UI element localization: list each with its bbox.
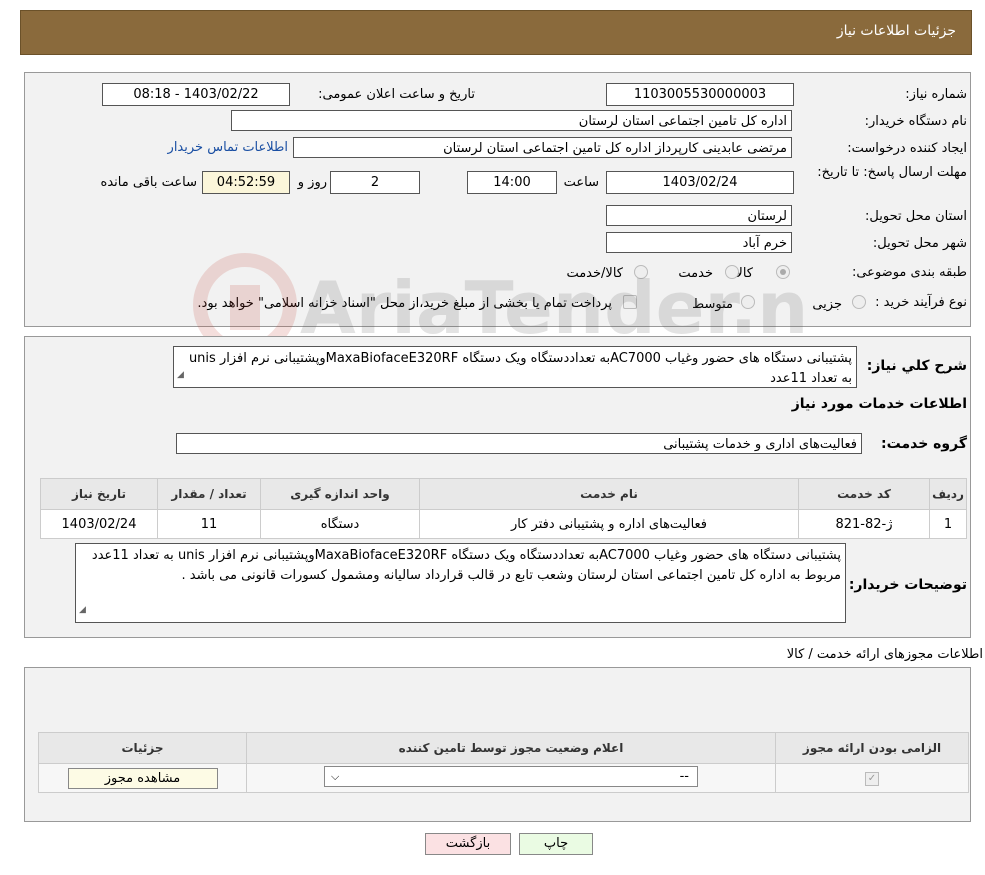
back-button[interactable]: بازگشت (425, 833, 511, 855)
cell-permit-required: ✓ (775, 763, 969, 793)
resize-grip-icon[interactable]: ◢ (79, 600, 86, 620)
buyer-contact-link[interactable]: اطلاعات تماس خریدار (168, 140, 288, 155)
col-need-date: تاریخ نیاز (40, 478, 158, 510)
permits-title: اطلاعات مجوزهای ارائه خدمت / کالا (786, 647, 983, 662)
cell-need-date: 1403/02/24 (40, 509, 158, 539)
buyer-org-field: اداره کل تامین اجتماعی استان لرستان (231, 110, 792, 131)
announce-datetime-field: 1403/02/22 - 08:18 (102, 83, 290, 106)
summary-label: شرح کلي نياز: (866, 358, 967, 374)
permit-status-value: -- (679, 768, 689, 784)
payment-note: پرداخت تمام یا بخشی از مبلغ خرید،از محل … (197, 296, 612, 311)
buyer-notes-label: توضیحات خریدار: (848, 577, 967, 593)
purchase-minor-label: جزیی (812, 297, 842, 312)
category-goods-service-radio[interactable] (634, 265, 648, 279)
table-row: 1 ژ-82-821 فعالیت‌های اداره و پشتیبانی د… (40, 509, 967, 539)
services-title: اطلاعات خدمات مورد نیاز (791, 396, 967, 412)
permits-table-header: الزامی بودن ارائه مجوز اعلام وضعیت مجوز … (38, 732, 969, 764)
summary-textarea[interactable]: پشتیبانی دستگاه های حضور وغیاب AC7000به … (173, 346, 857, 388)
deadline-date-field: 1403/02/24 (606, 171, 794, 194)
col-service-code: کد خدمت (798, 478, 930, 510)
category-label: طبقه بندی موضوعی: (851, 265, 967, 280)
province-field: لرستان (606, 205, 792, 226)
need-number-label: شماره نیاز: (905, 87, 967, 102)
deadline-label: مهلت ارسال پاسخ: تا تاریخ: (817, 165, 967, 180)
col-quantity: تعداد / مقدار (157, 478, 261, 510)
category-goods-radio[interactable] (776, 265, 790, 279)
creator-label: ایجاد کننده درخواست: (847, 141, 967, 156)
treasury-bonds-checkbox[interactable] (623, 295, 637, 309)
cell-unit: دستگاه (260, 509, 420, 539)
col-row: ردیف (929, 478, 967, 510)
purchase-minor-radio[interactable] (852, 295, 866, 309)
cell-permit-details: مشاهده مجوز (38, 763, 247, 793)
service-group-label: گروه خدمت: (881, 436, 967, 452)
city-label: شهر محل تحویل: (872, 236, 967, 251)
days-label: روز و (297, 175, 327, 190)
cell-row: 1 (929, 509, 967, 539)
buyer-org-label: نام دستگاه خریدار: (864, 114, 967, 129)
services-table-header: ردیف کد خدمت نام خدمت واحد اندازه گیری ت… (40, 478, 967, 510)
cell-service-code: ژ-82-821 (798, 509, 930, 539)
category-goods-service-label: کالا/خدمت (566, 266, 623, 281)
province-label: استان محل تحویل: (865, 209, 967, 224)
cell-permit-status: ⌵ -- (246, 763, 776, 793)
permits-table: الزامی بودن ارائه مجوز اعلام وضعیت مجوز … (38, 732, 969, 793)
page-header: جزئیات اطلاعات نیاز (20, 10, 972, 55)
days-remaining-field: 2 (330, 171, 420, 194)
col-unit: واحد اندازه گیری (260, 478, 420, 510)
print-button[interactable]: چاپ (519, 833, 593, 855)
category-service-label: خدمت (678, 266, 713, 281)
purchase-type-label: نوع فرآیند خرید : (875, 295, 967, 310)
view-permit-button[interactable]: مشاهده مجوز (67, 767, 218, 789)
col-service-name: نام خدمت (419, 478, 799, 510)
permit-status-select[interactable]: ⌵ -- (324, 765, 698, 787)
page-title: جزئیات اطلاعات نیاز (836, 23, 956, 39)
table-row: ✓ ⌵ -- مشاهده مجوز (38, 763, 969, 793)
category-service-radio[interactable] (725, 265, 739, 279)
creator-field: مرتضی عابدینی کارپرداز اداره کل تامین اج… (293, 137, 792, 158)
chevron-down-icon: ⌵ (331, 769, 340, 783)
deadline-time-field: 14:00 (467, 171, 557, 194)
purchase-medium-radio[interactable] (741, 295, 755, 309)
cell-quantity: 11 (157, 509, 261, 539)
announce-label: تاریخ و ساعت اعلان عمومی: (318, 87, 475, 102)
service-group-field: فعالیت‌های اداری و خدمات پشتیبانی (176, 433, 862, 454)
col-permit-status: اعلام وضعیت مجوز توسط تامین کننده (246, 732, 776, 764)
buyer-notes-textarea[interactable]: پشتیبانی دستگاه های حضور وغیاب AC7000به … (75, 543, 846, 623)
col-permit-required: الزامی بودن ارائه مجوز (775, 732, 969, 764)
resize-grip-icon[interactable]: ◢ (177, 365, 184, 385)
permit-required-checkbox[interactable]: ✓ (865, 772, 879, 786)
summary-text: پشتیبانی دستگاه های حضور وغیاب AC7000به … (188, 351, 852, 386)
purchase-medium-label: متوسط (692, 297, 733, 312)
services-table: ردیف کد خدمت نام خدمت واحد اندازه گیری ت… (40, 478, 967, 539)
city-field: خرم آباد (606, 232, 792, 253)
buyer-notes-text: پشتیبانی دستگاه های حضور وغیاب AC7000به … (91, 548, 841, 583)
cell-service-name: فعالیت‌های اداره و پشتیبانی دفتر کار (419, 509, 799, 539)
col-permit-details: جزئیات (38, 732, 247, 764)
remaining-time-field: 04:52:59 (202, 171, 290, 194)
deadline-time-label: ساعت (563, 175, 599, 190)
remaining-time-label: ساعت باقی مانده (100, 175, 197, 190)
need-number-field: 1103005530000003 (606, 83, 794, 106)
